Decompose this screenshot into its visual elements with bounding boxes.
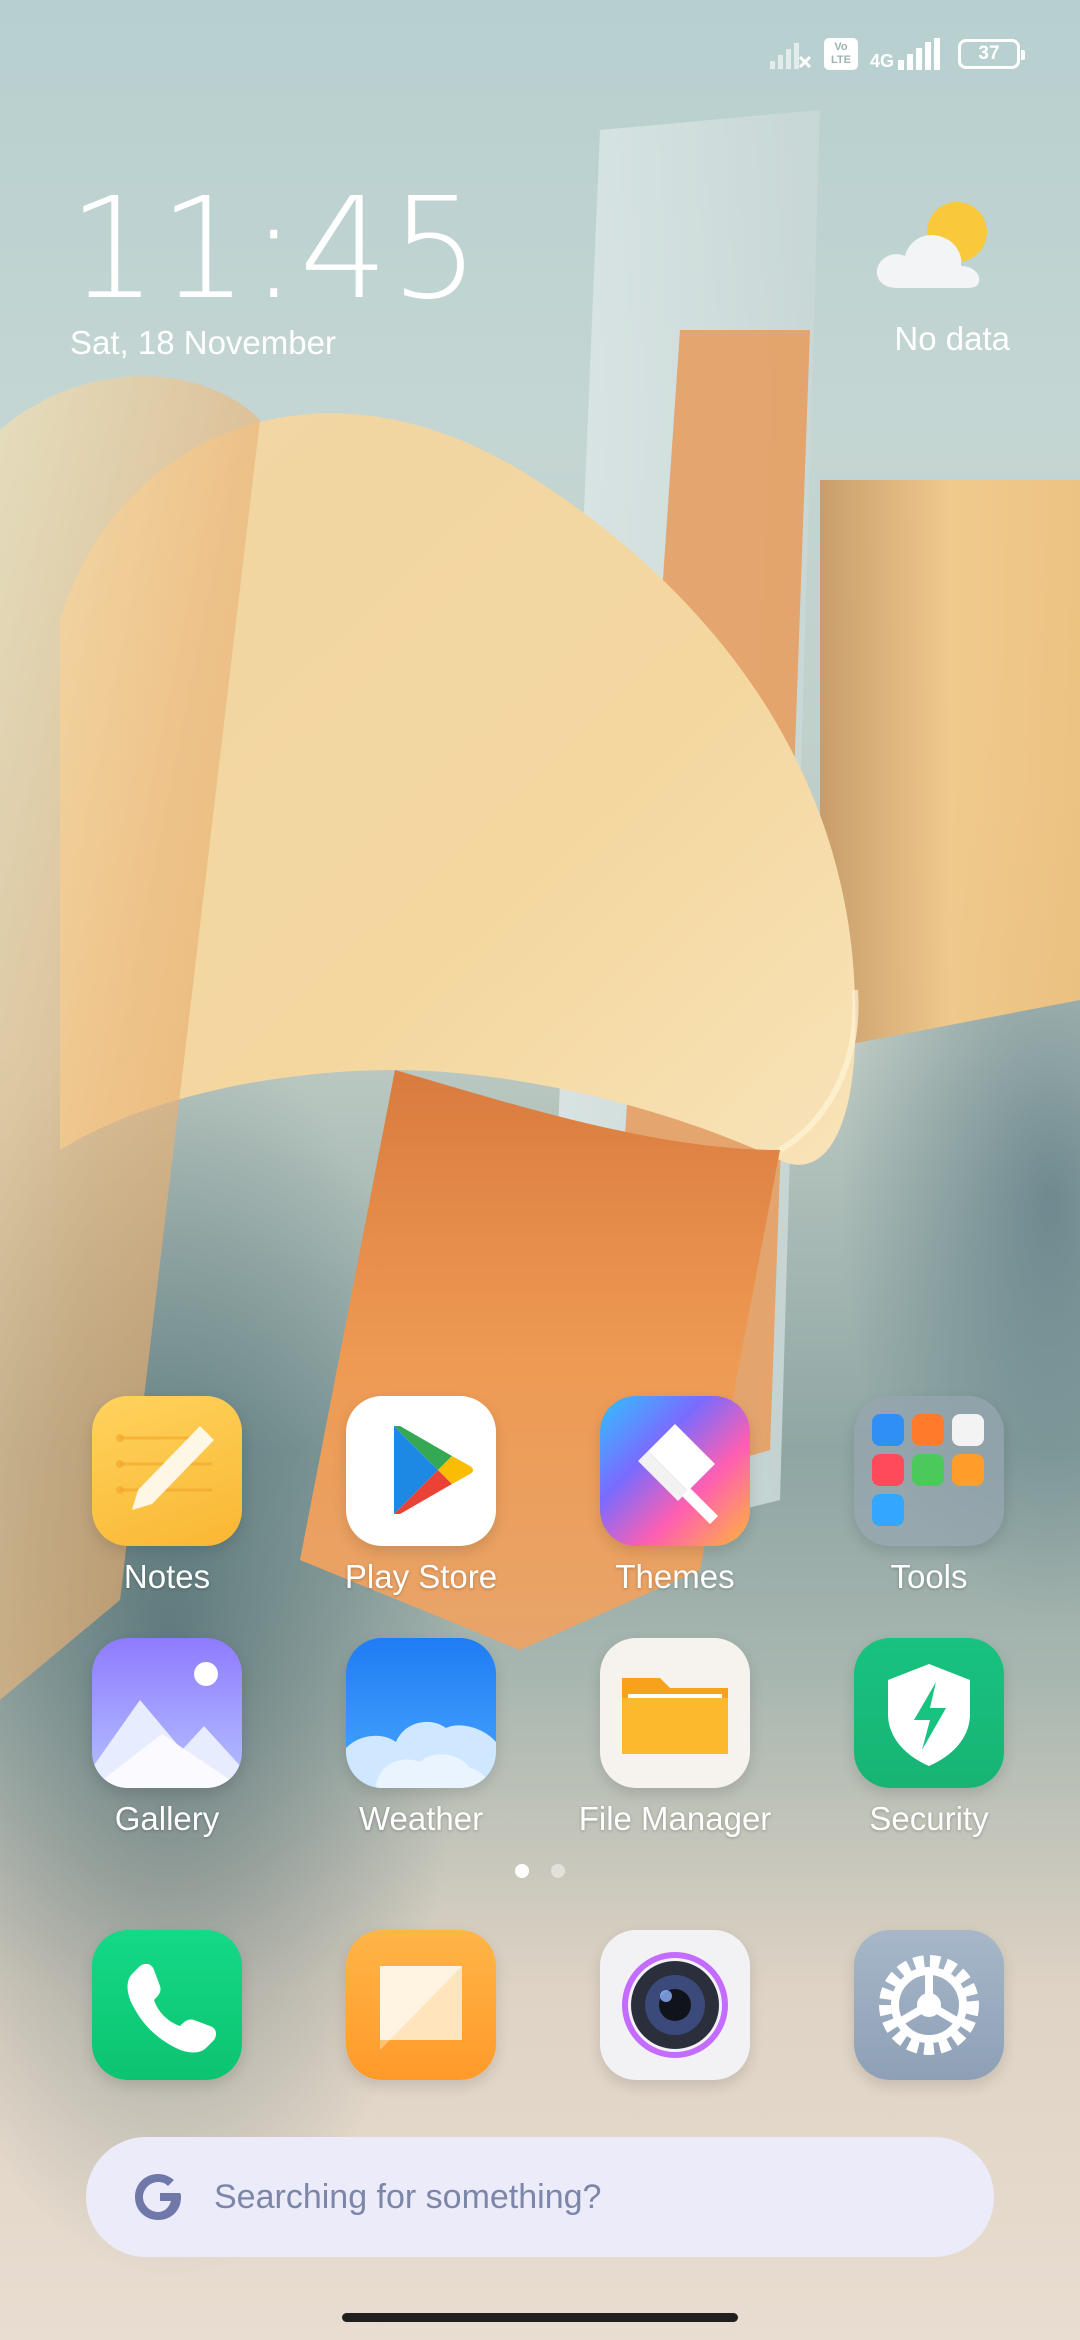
notes-icon xyxy=(92,1396,242,1546)
home-screen: Vo LTE 4G 37 11:45 Sat, 18 November No d… xyxy=(0,0,1080,2340)
app-security[interactable]: Security xyxy=(802,1638,1056,1838)
cleaner-mini-icon xyxy=(872,1494,904,1526)
calculator-mini-icon xyxy=(912,1414,944,1446)
4g-icon: 4G xyxy=(869,51,894,71)
status-bar: Vo LTE 4G 37 xyxy=(769,34,1025,74)
page-indicator[interactable] xyxy=(0,1864,1080,1878)
clock-date[interactable]: Sat, 18 November xyxy=(70,324,336,362)
page-dot-2[interactable] xyxy=(551,1864,565,1878)
no-signal-sim1-icon xyxy=(769,43,812,69)
app-play-store[interactable]: Play Store xyxy=(294,1396,548,1596)
phone-icon xyxy=(92,1930,242,2080)
weather-status[interactable]: No data xyxy=(894,320,1010,358)
app-gallery[interactable]: Gallery xyxy=(40,1638,294,1838)
play-store-icon xyxy=(346,1396,496,1546)
sim-toolkit-mini-icon xyxy=(952,1454,984,1486)
security-icon xyxy=(854,1638,1004,1788)
app-label: File Manager xyxy=(578,1800,772,1837)
app-label: Notes xyxy=(123,1558,211,1595)
home-indicator[interactable] xyxy=(342,2313,738,2322)
app-weather[interactable]: Weather xyxy=(294,1638,548,1838)
dock xyxy=(40,1930,1056,2080)
downloads-mini-icon xyxy=(912,1454,944,1486)
messages-icon xyxy=(346,1930,496,2080)
battery-level: 37 xyxy=(978,43,1000,64)
clock-mini-icon xyxy=(952,1414,984,1446)
search-bar[interactable]: Searching for something? xyxy=(86,2137,994,2257)
dock-messages[interactable] xyxy=(294,1930,548,2080)
gallery-icon xyxy=(92,1638,242,1788)
dock-camera[interactable] xyxy=(548,1930,802,2080)
app-label: Tools xyxy=(890,1558,968,1595)
volte-icon: Vo LTE xyxy=(823,38,858,70)
file-manager-icon xyxy=(600,1638,750,1788)
weather-icon xyxy=(346,1638,496,1788)
app-label: Weather xyxy=(358,1800,484,1837)
contacts-mini-icon xyxy=(872,1414,904,1446)
camera-icon xyxy=(600,1930,750,2080)
themes-icon xyxy=(600,1396,750,1546)
clock-time[interactable]: 11:45 xyxy=(68,180,481,320)
app-grid-row-1: Notes Play Store Themes Tools xyxy=(40,1396,1056,1596)
page-dot-1[interactable] xyxy=(515,1864,529,1878)
tools-folder-icon xyxy=(854,1396,1004,1546)
app-grid-row-2: Gallery Weather File Manager Security xyxy=(40,1638,1056,1838)
battery-icon: 37 xyxy=(958,39,1025,69)
dock-phone[interactable] xyxy=(40,1930,294,2080)
app-file-manager[interactable]: File Manager xyxy=(548,1638,802,1838)
search-placeholder[interactable]: Searching for something? xyxy=(214,2178,601,2217)
app-themes[interactable]: Themes xyxy=(548,1396,802,1596)
partly-cloudy-icon xyxy=(876,202,987,288)
app-notes[interactable]: Notes xyxy=(40,1396,294,1596)
recorder-mini-icon xyxy=(872,1454,904,1486)
google-g-icon xyxy=(135,2174,181,2220)
signal-icon xyxy=(898,38,940,70)
folder-tools[interactable]: Tools xyxy=(802,1396,1056,1596)
settings-icon xyxy=(854,1930,1004,2080)
dock-settings[interactable] xyxy=(802,1930,1056,2080)
app-label: Themes xyxy=(615,1558,735,1595)
app-label: Play Store xyxy=(344,1558,498,1595)
app-label: Gallery xyxy=(114,1800,220,1837)
weather-widget[interactable] xyxy=(830,196,1010,301)
app-label: Security xyxy=(869,1800,989,1837)
